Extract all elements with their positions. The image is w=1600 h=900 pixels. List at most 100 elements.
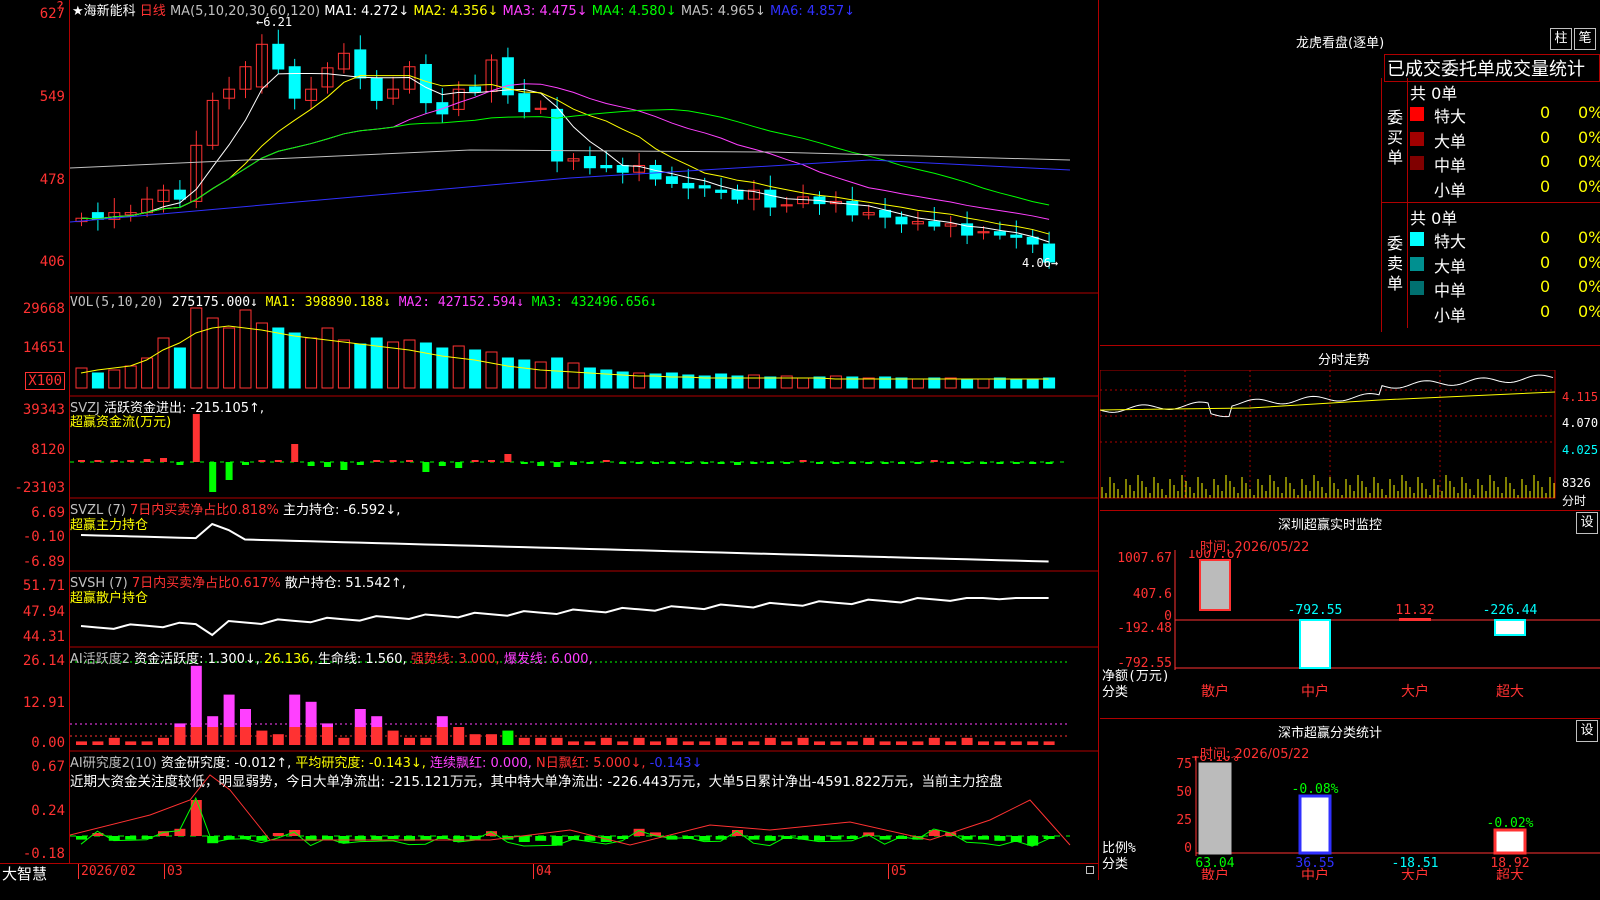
activity-bar — [338, 737, 350, 745]
fund-flow-bar — [832, 462, 840, 464]
fund-flow-bar — [438, 462, 446, 466]
activity-bar — [535, 737, 547, 745]
activity-bar — [1010, 741, 1022, 745]
activity-bar — [830, 741, 842, 745]
class-category: 中户 — [1301, 867, 1329, 880]
question-icon[interactable]: ? — [56, 0, 64, 15]
activity-bar — [945, 741, 957, 745]
sz-class-settings-button[interactable]: 设 — [1576, 720, 1598, 742]
svzl-label: -0.10 — [22, 529, 65, 545]
brand-logo[interactable]: 大智慧 — [2, 863, 47, 884]
activity-bar — [699, 741, 711, 745]
intraday-chart[interactable] — [1100, 370, 1600, 510]
fund-flow-bar — [242, 462, 249, 465]
research-e: -0.143↓ — [649, 756, 703, 771]
activity-bar-base — [223, 727, 235, 745]
volume-bar — [665, 372, 678, 389]
volume-bar — [173, 347, 186, 389]
volume-bar — [255, 322, 268, 389]
activity-bar — [961, 737, 973, 745]
vol-ma-item: MA2: 427152.594↓ — [390, 295, 524, 310]
period-label[interactable]: 日线 — [140, 4, 166, 19]
candle-body — [419, 63, 432, 104]
fund-flow-bar — [274, 460, 282, 462]
row-name: 特大 — [1434, 107, 1467, 126]
volume-bar — [764, 376, 777, 389]
activity-bar — [387, 730, 399, 745]
candle-body — [616, 164, 629, 173]
candle-body — [1010, 234, 1023, 238]
price-label: 406 — [39, 254, 65, 270]
candle-body — [928, 221, 941, 227]
dragon-table: 委买单 委卖单 共 0单 共 0单 特大 0 0% 大单 0 0% 中单 0 0% 小单 0 0% 特… — [1381, 78, 1600, 332]
monitor-y-label: 1007.67 — [1117, 551, 1172, 566]
activity-bar — [404, 737, 415, 745]
ai2-label: 0.00 — [31, 735, 65, 751]
activity-bar — [994, 741, 1006, 745]
activity-bar-base — [305, 727, 317, 745]
monitor-y-label: -192.48 — [1117, 621, 1172, 636]
research-d: N日飘红: 5.000↓, — [536, 756, 646, 771]
candle-body — [846, 200, 859, 216]
color-swatch — [1410, 306, 1424, 320]
activity-bar — [108, 737, 120, 745]
research-a: 资金研究度: -0.012↑, — [160, 756, 292, 771]
candle-body — [469, 86, 482, 92]
ai2-axis: 26.14 12.91 0.00 — [0, 647, 70, 751]
row-pct: 0% — [1578, 127, 1600, 147]
svsh-subtitle: 超赢散户持仓 — [70, 591, 149, 606]
intraday-frame — [1100, 370, 1556, 499]
intraday-price: 4.025 — [1562, 443, 1599, 457]
activity-bar — [568, 741, 579, 745]
research-bar — [764, 836, 776, 841]
research-title: AI研究度2(10) — [70, 756, 157, 771]
intraday-avg-line — [1100, 391, 1556, 411]
bar-mode-button[interactable]: 柱 — [1550, 28, 1572, 50]
dragon-row: 中单 0 0% — [1410, 152, 1600, 175]
fund-flow-bar — [635, 462, 643, 464]
fund-flow-bar — [783, 462, 791, 464]
activity-bar — [469, 734, 481, 745]
svsh-hold: 散户持仓: 51.542↑, — [284, 576, 406, 591]
svzl-subtitle: 超赢主力持仓 — [70, 518, 149, 533]
activity-bar — [863, 737, 875, 745]
svsh-label: 51.71 — [22, 578, 65, 594]
volume-bar — [501, 357, 514, 389]
row-qty: 0 — [1540, 301, 1551, 321]
activity-bar-base — [207, 727, 219, 745]
buy-total: 共 0单 — [1410, 84, 1458, 103]
activity-bar — [666, 737, 678, 745]
monitor-category: 中户 — [1301, 683, 1329, 700]
fund-flow-bar — [799, 460, 807, 462]
volume-bar — [715, 373, 728, 389]
tick-mode-button[interactable]: 笔 — [1574, 28, 1596, 50]
activity-bar — [715, 737, 727, 745]
svsh-desc: 7日内买卖净占比0.617% — [131, 576, 281, 591]
class-bar — [1298, 794, 1332, 855]
activity-bar — [814, 741, 825, 745]
intraday-title: 分时走势 — [1318, 353, 1371, 368]
activity-bar — [748, 741, 760, 745]
lock-icon[interactable] — [1086, 866, 1094, 874]
research-axis: 0.67 0.24 -0.18 — [0, 751, 70, 863]
kline-chart[interactable] — [70, 0, 1098, 880]
dragon-row: 中单 0 0% — [1410, 277, 1600, 300]
svsh-label: 47.94 — [22, 604, 65, 620]
activity-bar — [896, 741, 907, 745]
sz-monitor-settings-button[interactable]: 设 — [1576, 512, 1598, 534]
candle-body — [731, 189, 744, 200]
dragon-row: 小单 0 0% — [1410, 177, 1600, 200]
color-swatch — [1410, 156, 1424, 170]
activity-bar-base — [240, 727, 251, 745]
fund-flow-bar — [586, 462, 594, 464]
research-bar — [371, 836, 383, 840]
research-bar — [879, 836, 891, 840]
volume-bar — [551, 357, 564, 389]
candle-body — [895, 216, 908, 225]
monitor-value: 11.32 — [1395, 603, 1434, 618]
volume-bar — [321, 327, 334, 389]
activity-bar-base — [190, 727, 202, 745]
vol-label: 14651 — [22, 340, 65, 356]
stock-name[interactable]: ★海新能科 — [72, 4, 136, 19]
volume-bar — [600, 369, 613, 389]
